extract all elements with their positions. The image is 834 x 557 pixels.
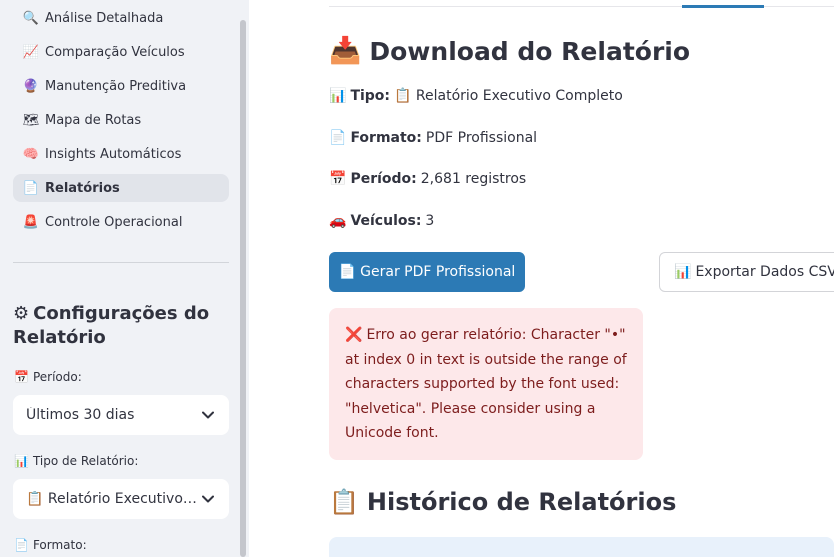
export-csv-button[interactable]: 📊 Exportar Dados CSV <box>659 252 834 292</box>
meta-formato-label: Formato: <box>350 130 422 146</box>
meta-periodo: 📅 Período: 2,681 registros <box>329 171 526 187</box>
siren-icon: 🚨 <box>22 214 40 230</box>
sidebar-item-label: Manutenção Preditiva <box>45 78 187 94</box>
sidebar-item-relatorios[interactable]: 📄 Relatórios <box>13 174 229 202</box>
history-title-text: Histórico de Relatórios <box>366 488 677 516</box>
error-alert: ❌ Erro ao gerar relatório: Character "•" … <box>329 308 643 460</box>
sidebar: 🔍 Análise Detalhada 📈 Comparação Veículo… <box>0 0 249 557</box>
sidebar-item-label: Controle Operacional <box>45 214 183 230</box>
bar-chart-icon: 📊 <box>674 264 692 280</box>
sidebar-item-controle-operacional[interactable]: 🚨 Controle Operacional <box>13 208 229 236</box>
magnifier-icon: 🔍 <box>22 10 40 26</box>
sidebar-item-comparacao-veiculos[interactable]: 📈 Comparação Veículos <box>13 38 229 66</box>
meta-periodo-label: Período: <box>350 171 417 187</box>
bar-chart-icon: 📊 <box>14 454 29 468</box>
sidebar-item-label: Análise Detalhada <box>45 10 164 26</box>
map-icon: 🗺 <box>22 112 40 128</box>
sidebar-item-insights-automaticos[interactable]: 🧠 Insights Automáticos <box>13 140 229 168</box>
sidebar-item-label: Mapa de Rotas <box>45 112 142 128</box>
formato-label: 📄 Formato: <box>14 538 87 552</box>
document-icon: 📄 <box>338 264 357 280</box>
meta-tipo: 📊 Tipo: 📋 Relatório Executivo Completo <box>329 88 623 104</box>
generate-pdf-label: Gerar PDF Profissional <box>360 264 516 280</box>
meta-formato-value: PDF Profissional <box>425 130 538 146</box>
inbox-tray-icon: 📥 <box>329 36 362 66</box>
meta-tipo-value: 📋 Relatório Executivo Completo <box>394 88 623 104</box>
meta-periodo-value: 2,681 registros <box>420 171 527 187</box>
sidebar-item-analise-detalhada[interactable]: 🔍 Análise Detalhada <box>13 4 229 32</box>
history-title: 📋 Histórico de Relatórios <box>329 488 676 516</box>
chevron-down-icon <box>200 491 216 507</box>
settings-heading-text: Configurações do Relatório <box>13 303 210 348</box>
sidebar-item-mapa-de-rotas[interactable]: 🗺 Mapa de Rotas <box>13 106 229 134</box>
sidebar-nav: 🔍 Análise Detalhada 📈 Comparação Veículo… <box>13 4 229 242</box>
history-info-box <box>329 537 834 557</box>
tipo-relatorio-select[interactable]: 📋 Relatório Executivo Completo <box>13 479 229 519</box>
meta-tipo-label: Tipo: <box>350 88 391 104</box>
sidebar-divider <box>13 262 229 263</box>
document-icon: 📄 <box>329 130 347 146</box>
document-icon: 📄 <box>14 538 29 552</box>
periodo-select-value: Últimos 30 dias <box>26 407 135 423</box>
bar-chart-icon: 📊 <box>329 88 347 104</box>
export-csv-label: Exportar Dados CSV <box>695 264 834 280</box>
car-icon: 🚗 <box>329 213 347 229</box>
sidebar-item-manutencao-preditiva[interactable]: 🔮 Manutenção Preditiva <box>13 72 229 100</box>
document-icon: 📄 <box>22 180 40 196</box>
brain-icon: 🧠 <box>22 146 40 162</box>
crystal-ball-icon: 🔮 <box>22 78 40 94</box>
generate-pdf-button[interactable]: 📄 Gerar PDF Profissional <box>329 252 525 292</box>
sidebar-item-label: Relatórios <box>45 180 120 196</box>
download-title-text: Download do Relatório <box>369 36 691 66</box>
active-tab-indicator[interactable] <box>682 5 764 8</box>
chart-up-icon: 📈 <box>22 44 40 60</box>
calendar-icon: 📅 <box>329 171 347 187</box>
meta-formato: 📄 Formato: PDF Profissional <box>329 130 537 146</box>
error-message: Erro ao gerar relatório: Character "•" a… <box>345 327 627 441</box>
periodo-select[interactable]: Últimos 30 dias <box>13 395 229 435</box>
main-content: 📥 Download do Relatório 📊 Tipo: 📋 Relató… <box>249 0 834 557</box>
clipboard-icon: 📋 <box>329 488 359 516</box>
settings-heading: ⚙ Configurações do Relatório <box>13 302 229 350</box>
download-title: 📥 Download do Relatório <box>329 36 690 66</box>
meta-veiculos-label: Veículos: <box>350 213 422 229</box>
cross-mark-icon: ❌ <box>345 327 363 343</box>
tipo-relatorio-select-value: 📋 Relatório Executivo Completo <box>26 491 200 507</box>
sidebar-scrollbar[interactable] <box>240 20 246 557</box>
periodo-label: 📅 Período: <box>14 370 82 384</box>
meta-veiculos-value: 3 <box>425 213 435 229</box>
tipo-relatorio-label-text: Tipo de Relatório: <box>32 454 139 468</box>
formato-label-text: Formato: <box>32 538 87 552</box>
chevron-down-icon <box>200 407 216 423</box>
sidebar-item-label: Comparação Veículos <box>45 44 185 60</box>
periodo-label-text: Período: <box>32 370 82 384</box>
gear-icon: ⚙ <box>13 303 30 324</box>
meta-veiculos: 🚗 Veículos: 3 <box>329 213 434 229</box>
tipo-relatorio-label: 📊 Tipo de Relatório: <box>14 454 138 468</box>
sidebar-item-label: Insights Automáticos <box>45 146 182 162</box>
calendar-icon: 📅 <box>14 370 29 384</box>
